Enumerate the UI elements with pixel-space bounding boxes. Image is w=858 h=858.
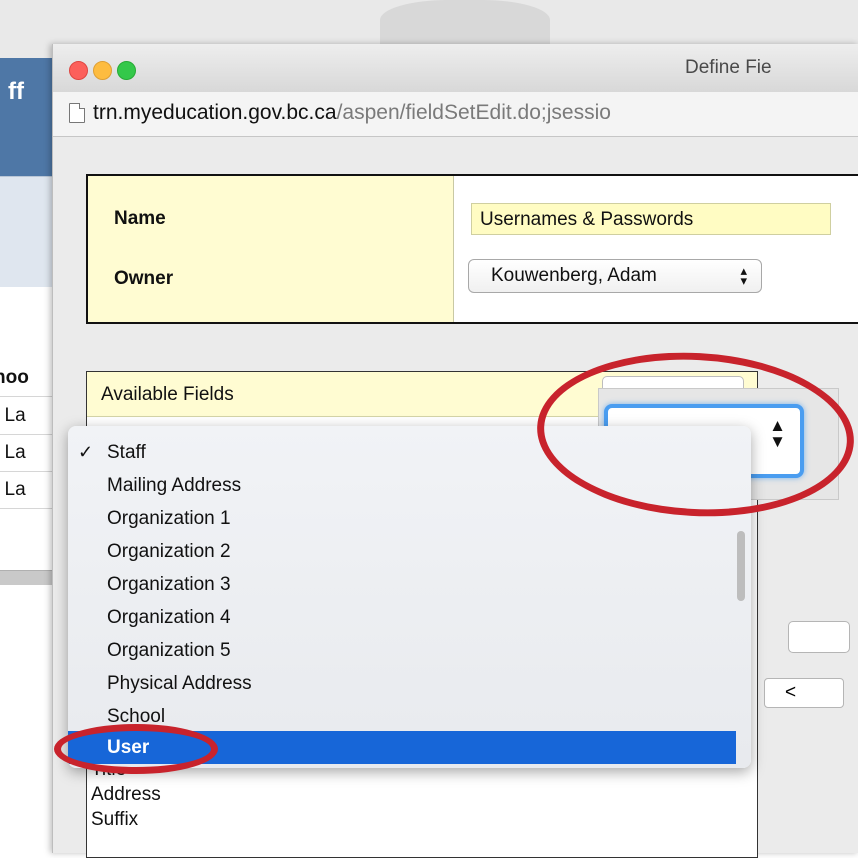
background-header: ff [0,58,52,176]
checkmark-icon: ✓ [78,442,94,462]
background-band [0,176,52,287]
url-text[interactable]: trn.myeducation.gov.bc.ca/aspen/fieldSet… [93,101,611,125]
background-header-text: ff [8,78,24,105]
url-bar[interactable]: trn.myeducation.gov.bc.ca/aspen/fieldSet… [53,92,858,137]
page-icon [69,103,85,123]
available-fields-title: Available Fields [101,384,234,405]
name-input[interactable]: Usernames & Passwords [471,203,831,235]
list-item[interactable]: Address [91,782,161,807]
menu-item-organization-2[interactable]: Organization 2 [68,535,736,568]
menu-scrollbar[interactable] [737,531,745,601]
menu-item-organization-5[interactable]: Organization 5 [68,634,736,667]
owner-label: Owner [114,268,174,289]
menu-item-organization-4[interactable]: Organization 4 [68,601,736,634]
add-field-button[interactable] [788,621,850,653]
background-image [380,0,550,50]
name-label: Name [114,208,166,229]
field-set-properties: Name Owner Usernames & Passwords Kouwenb… [86,174,858,324]
minimize-window-button[interactable] [93,61,112,80]
url-domain: trn.myeducation.gov.bc.ca [93,101,337,124]
label-column: Name Owner [88,176,454,322]
menu-item-physical-address[interactable]: Physical Address [68,667,736,700]
close-window-button[interactable] [69,61,88,80]
url-path: /aspen/fieldSetEdit.do;jsessio [336,101,611,124]
move-left-button[interactable]: < [764,678,844,708]
list-item[interactable]: Suffix [91,807,161,832]
menu-item-organization-3[interactable]: Organization 3 [68,568,736,601]
background-panel [0,586,52,853]
title-bar[interactable]: Define Fie [53,44,858,92]
select-arrows-icon: ▴ ▾ [740,263,747,288]
owner-select-value: Kouwenberg, Adam [491,265,657,286]
zoom-window-button[interactable] [117,61,136,80]
owner-select[interactable]: Kouwenberg, Adam ▴ ▾ [468,259,762,293]
annotation-circle [54,724,218,774]
window-title: Define Fie [685,57,772,78]
